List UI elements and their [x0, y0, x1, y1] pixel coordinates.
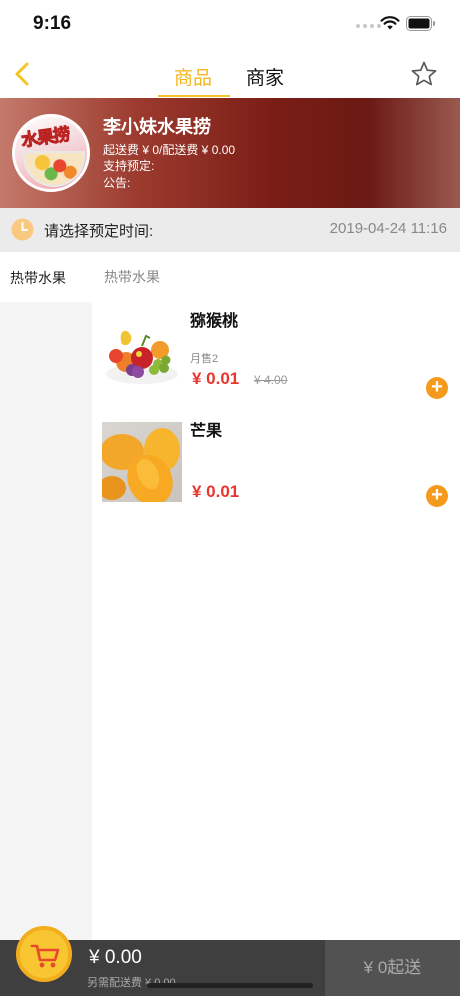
- tab-merchant[interactable]: 商家: [246, 63, 284, 90]
- product-item[interactable]: 猕猴桃 月售2 ¥ 0.01 ¥ 4.00 +: [92, 302, 460, 412]
- add-to-cart-button[interactable]: +: [426, 377, 448, 399]
- star-icon[interactable]: [410, 60, 438, 88]
- status-time: 9:16: [33, 13, 72, 34]
- product-image-kiwi: [102, 312, 182, 392]
- logo-text: 水果捞: [20, 124, 71, 151]
- reservation-time[interactable]: 2019-04-24 11:16: [330, 220, 447, 237]
- product-price: ¥ 0.01: [192, 369, 240, 388]
- sidebar-item-label: 热带水果: [10, 270, 66, 286]
- section-title: 热带水果: [104, 269, 160, 285]
- product-sales: 月售2: [190, 353, 219, 365]
- cart-button[interactable]: [16, 926, 72, 982]
- product-price: ¥ 0.01: [192, 482, 240, 501]
- signal-icon: [356, 24, 381, 28]
- product-image-mango: [102, 422, 182, 502]
- home-indicator: [147, 983, 313, 988]
- wifi-icon: [380, 16, 400, 30]
- product-item[interactable]: 芒果 ¥ 0.01 +: [92, 412, 460, 522]
- sidebar-item-tropical-fruits[interactable]: 热带水果: [0, 252, 92, 302]
- store-header: 水果捞 李小妹水果捞 起送费 ¥ 0/配送费 ¥ 0.00 支持预定: 公告:: [0, 98, 460, 208]
- product-original-price: ¥ 4.00: [254, 373, 288, 387]
- product-name: 猕猴桃: [190, 313, 239, 330]
- product-list: 热带水果 猕猴桃 月售2 ¥ 0.01 ¥ 4.00 + 芒果 ¥ 0.01 +: [92, 252, 460, 952]
- tab-products[interactable]: 商品: [174, 63, 212, 90]
- product-name: 芒果: [190, 423, 223, 440]
- add-to-cart-button[interactable]: +: [426, 485, 448, 507]
- checkout-button[interactable]: ¥ 0起送: [325, 940, 460, 996]
- cart-total: ¥ 0.00: [89, 947, 142, 968]
- store-notice: 公告:: [103, 176, 131, 190]
- store-name: 李小妹水果捞: [103, 117, 211, 137]
- reservation-label: 请选择预定时间:: [44, 223, 154, 240]
- clock-icon: [11, 218, 34, 241]
- store-fee-info: 起送费 ¥ 0/配送费 ¥ 0.00: [103, 143, 236, 157]
- fruit-bowl-image: [23, 151, 85, 187]
- active-tab-indicator: [158, 95, 230, 97]
- battery-icon: [406, 16, 435, 31]
- store-preorder-info: 支持预定:: [103, 159, 155, 173]
- nav-bar: 商品 商家: [0, 50, 460, 98]
- chevron-left-icon[interactable]: [10, 60, 34, 88]
- shopping-cart-icon: [30, 944, 60, 968]
- store-logo: 水果捞: [12, 114, 90, 192]
- category-sidebar: 热带水果: [0, 252, 92, 996]
- status-bar: 9:16: [0, 0, 460, 50]
- reservation-time-selector[interactable]: 请选择预定时间: 2019-04-24 11:16: [0, 208, 460, 252]
